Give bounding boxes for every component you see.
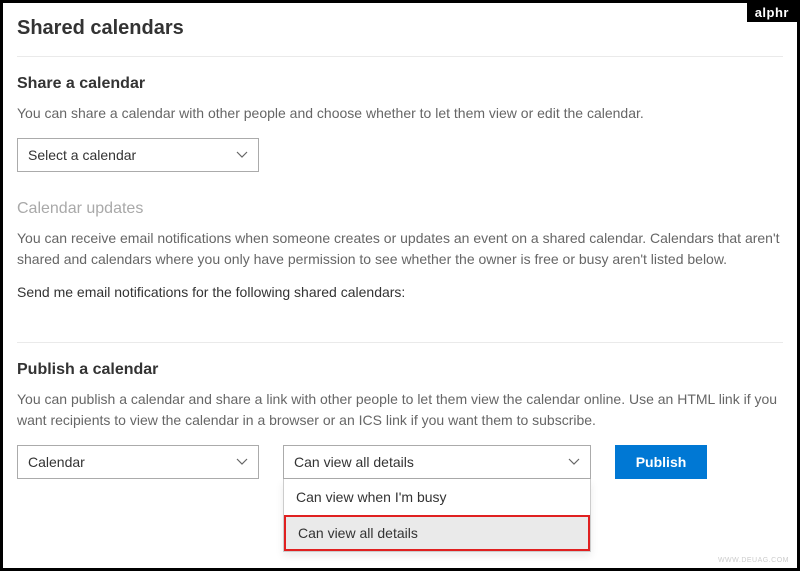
permission-dropdown-menu: Can view when I'm busy Can view all deta… — [283, 479, 591, 552]
select-calendar-dropdown[interactable]: Select a calendar — [17, 138, 259, 172]
permission-dropdown[interactable]: Can view all details — [283, 445, 591, 479]
updates-desc: You can receive email notifications when… — [17, 228, 783, 270]
publish-button[interactable]: Publish — [615, 445, 707, 479]
permission-selected-label: Can view all details — [294, 454, 414, 470]
page-title: Shared calendars — [17, 17, 783, 40]
publish-desc: You can publish a calendar and share a l… — [17, 389, 783, 431]
share-desc: You can share a calendar with other peop… — [17, 103, 783, 124]
permission-option-busy[interactable]: Can view when I'm busy — [284, 479, 590, 515]
select-calendar-label: Select a calendar — [28, 147, 136, 163]
calendar-dropdown[interactable]: Calendar — [17, 445, 259, 479]
divider — [17, 342, 783, 343]
publish-heading: Publish a calendar — [17, 361, 783, 379]
updates-heading: Calendar updates — [17, 200, 783, 218]
permission-option-all-details[interactable]: Can view all details — [284, 515, 590, 551]
updates-sublabel: Send me email notifications for the foll… — [17, 284, 783, 300]
watermark-bottom: WWW.DEUAG.COM — [718, 557, 789, 564]
publish-row: Calendar Can view all details Can view w… — [17, 445, 783, 479]
chevron-down-icon — [236, 149, 248, 161]
watermark-top: alphr — [747, 3, 797, 22]
calendar-dropdown-label: Calendar — [28, 454, 85, 470]
chevron-down-icon — [568, 456, 580, 468]
settings-content: Shared calendars Share a calendar You ca… — [3, 3, 797, 493]
share-heading: Share a calendar — [17, 75, 783, 93]
divider — [17, 56, 783, 57]
permission-dropdown-wrapper: Can view all details Can view when I'm b… — [283, 445, 591, 479]
chevron-down-icon — [236, 456, 248, 468]
